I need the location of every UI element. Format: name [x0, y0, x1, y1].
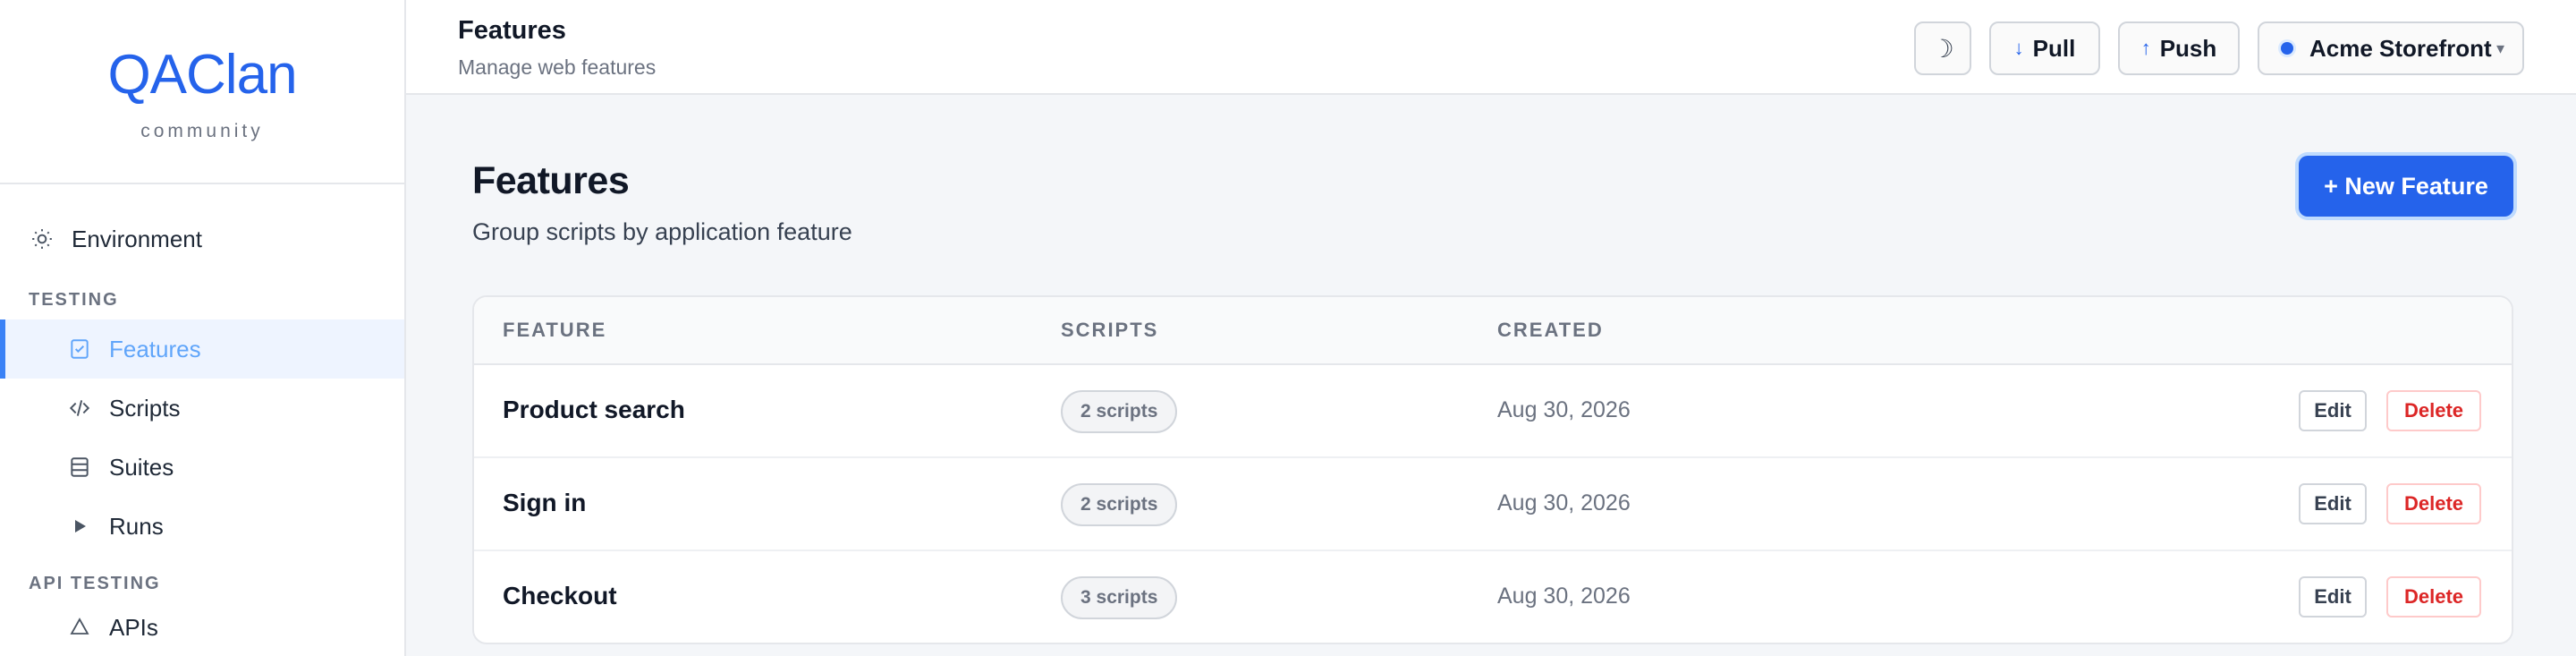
header-title: Features — [458, 16, 566, 45]
edit-button[interactable]: Edit — [2299, 390, 2367, 431]
table-header: FEATURE SCRIPTS CREATED — [474, 297, 2512, 365]
layers-icon — [66, 454, 93, 481]
sidebar-item-label: Features — [109, 335, 201, 362]
features-table: FEATURE SCRIPTS CREATED Product search 2… — [472, 295, 2513, 644]
sidebar-item-label: Scripts — [109, 394, 181, 422]
edit-button[interactable]: Edit — [2299, 483, 2367, 524]
arrow-down-icon: ↓ — [2013, 37, 2024, 59]
checklist-icon — [66, 336, 93, 362]
push-label: Push — [2159, 34, 2217, 62]
project-name: Acme Storefront — [2309, 34, 2492, 62]
created-date: Aug 30, 2026 — [1497, 584, 1631, 609]
brand: QAClan community — [0, 0, 404, 184]
sidebar-item-label: Runs — [109, 512, 164, 540]
moon-icon: ☽ — [1931, 34, 1954, 63]
sidebar-item-suites[interactable]: Suites — [0, 438, 404, 497]
logo[interactable]: QAClan — [104, 40, 298, 106]
project-selector[interactable]: Acme Storefront ▾ — [2258, 21, 2524, 75]
created-date: Aug 30, 2026 — [1497, 397, 1631, 422]
new-feature-button[interactable]: + New Feature — [2299, 156, 2513, 217]
status-dot-icon — [2281, 42, 2293, 55]
column-header-scripts[interactable]: SCRIPTS — [1061, 319, 1158, 342]
delete-button[interactable]: Delete — [2386, 390, 2481, 431]
feature-name[interactable]: Sign in — [503, 489, 586, 517]
theme-toggle-button[interactable]: ☽ — [1914, 21, 1971, 75]
page-title: Features — [472, 159, 630, 202]
top-bar: Features Manage web features ☽ ↓ Pull ↑ … — [406, 0, 2576, 95]
logo-text: QAClan — [107, 44, 297, 106]
column-header-feature[interactable]: FEATURE — [503, 319, 606, 342]
delete-button[interactable]: Delete — [2386, 576, 2481, 618]
edit-button[interactable]: Edit — [2299, 576, 2367, 618]
pull-label: Pull — [2032, 34, 2076, 62]
table-row[interactable]: Sign in 2 scripts Aug 30, 2026 Edit Dele… — [474, 458, 2512, 551]
feature-name[interactable]: Product search — [503, 396, 685, 424]
page-subtitle: Group scripts by application feature — [472, 218, 852, 245]
scripts-count-badge: 2 scripts — [1061, 483, 1178, 526]
header-subtitle: Manage web features — [458, 55, 657, 79]
sidebar: QAClan community Environment TESTING Fea… — [0, 0, 406, 656]
sun-icon — [29, 226, 55, 252]
push-button[interactable]: ↑ Push — [2118, 21, 2240, 75]
column-header-created[interactable]: CREATED — [1497, 319, 1604, 342]
sidebar-item-features[interactable]: Features — [0, 319, 404, 379]
created-date: Aug 30, 2026 — [1497, 490, 1631, 515]
table-row[interactable]: Checkout 3 scripts Aug 30, 2026 Edit Del… — [474, 551, 2512, 643]
arrow-up-icon: ↑ — [2140, 37, 2151, 59]
sidebar-item-label: Suites — [109, 453, 174, 481]
section-label-testing: TESTING — [29, 290, 119, 310]
play-icon — [66, 513, 93, 540]
section-label-api-testing: API TESTING — [29, 574, 161, 593]
code-icon — [66, 395, 93, 422]
scripts-count-badge: 2 scripts — [1061, 390, 1178, 433]
sidebar-item-label: APIs — [109, 614, 158, 641]
scripts-count-badge: 3 scripts — [1061, 576, 1178, 619]
sidebar-item-scripts[interactable]: Scripts — [0, 379, 404, 438]
sidebar-item-label: Environment — [72, 225, 202, 252]
api-icon — [66, 614, 93, 641]
caret-down-icon: ▾ — [2496, 38, 2504, 57]
tagline: community — [140, 121, 264, 141]
feature-name[interactable]: Checkout — [503, 582, 617, 610]
table-row[interactable]: Product search 2 scripts Aug 30, 2026 Ed… — [474, 365, 2512, 458]
main-content: Features Group scripts by application fe… — [406, 95, 2576, 656]
sidebar-item-runs[interactable]: Runs — [0, 497, 404, 556]
pull-button[interactable]: ↓ Pull — [1989, 21, 2100, 75]
sidebar-item-apis[interactable]: APIs — [0, 594, 404, 641]
delete-button[interactable]: Delete — [2386, 483, 2481, 524]
sidebar-item-environment[interactable]: Environment — [0, 209, 404, 268]
